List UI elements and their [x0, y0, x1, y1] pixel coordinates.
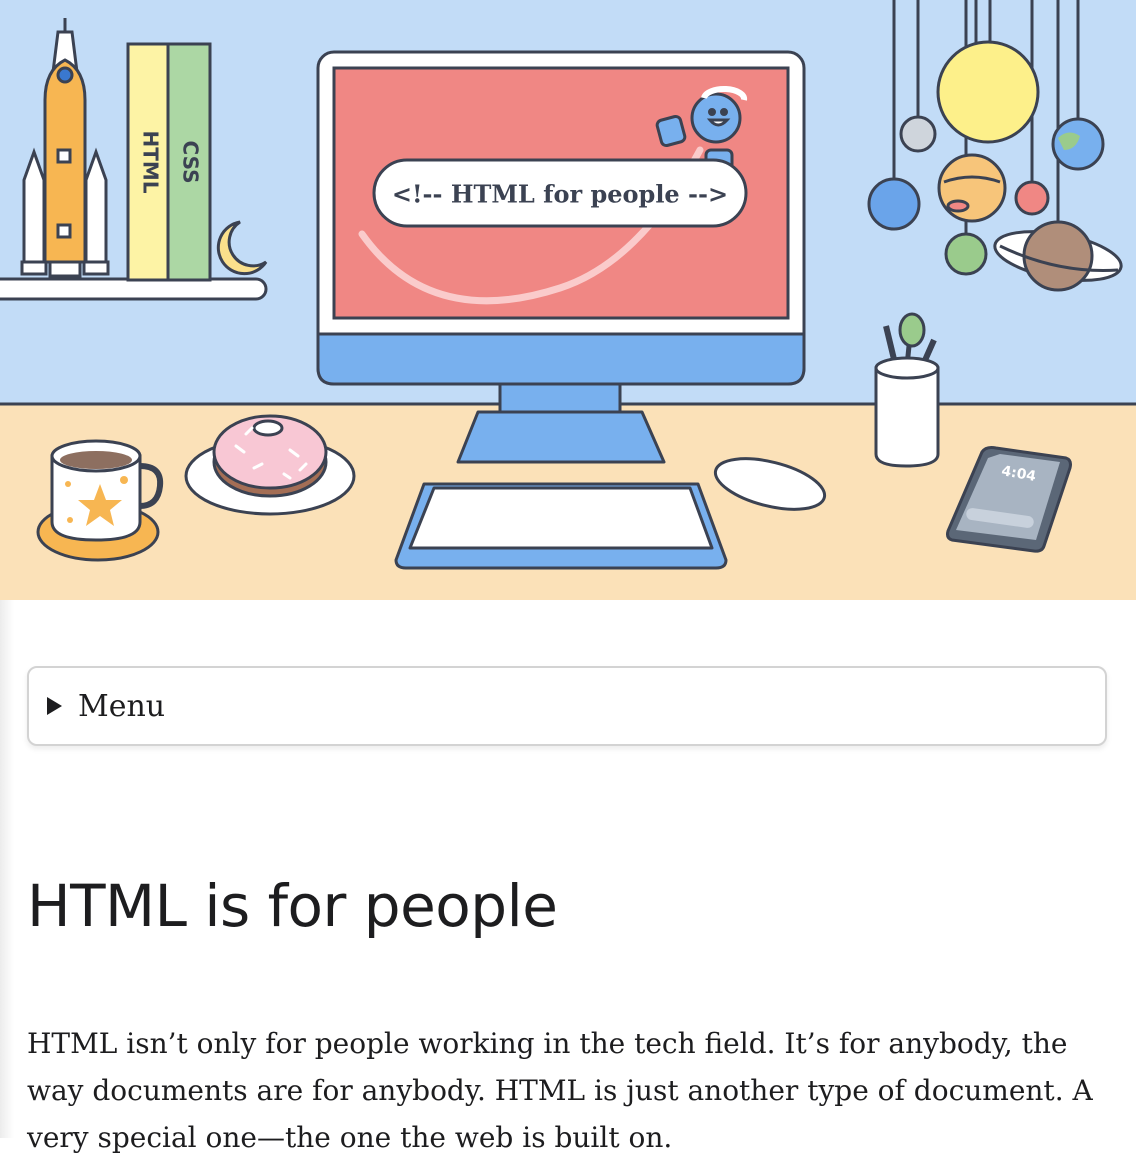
intro-paragraph: HTML isn’t only for people working in th… — [27, 1027, 1093, 1154]
html-book-icon: HTML — [126, 42, 172, 282]
left-edge-shade — [0, 600, 14, 1138]
disclosure-triangle-icon — [47, 697, 62, 715]
css-book-icon: CSS — [166, 42, 212, 282]
page-title: HTML is for people — [27, 872, 558, 940]
menu-label: Menu — [78, 688, 166, 724]
svg-text:HTML: HTML — [139, 130, 163, 193]
hero-illustration: HTML CSS <!-- HTML for people --> 4:04 — [0, 0, 1136, 600]
menu-disclosure[interactable]: Menu — [27, 666, 1107, 746]
svg-text:CSS: CSS — [179, 141, 203, 184]
keyboard-icon — [394, 482, 728, 570]
screen-banner: <!-- HTML for people --> — [372, 158, 748, 228]
shelf — [0, 277, 268, 301]
svg-text:<!-- HTML for people -->: <!-- HTML for people --> — [392, 180, 728, 209]
